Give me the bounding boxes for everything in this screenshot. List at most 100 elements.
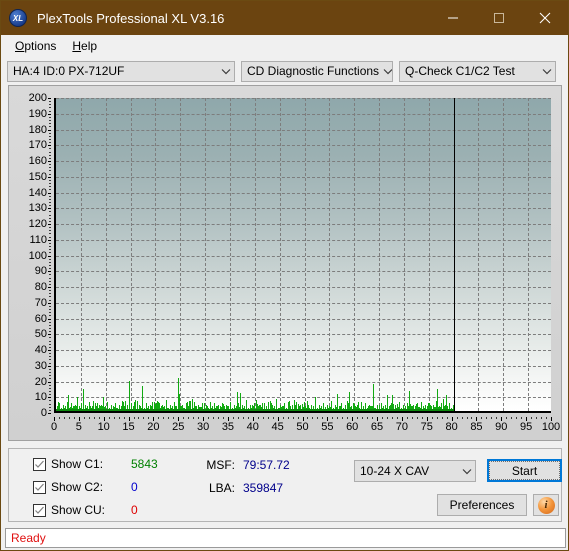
x-axis-minor-tick xyxy=(312,417,314,419)
x-axis-tick xyxy=(302,417,304,421)
y-axis-tick-label: 60 xyxy=(34,312,47,325)
test-select-value: Q-Check C1/C2 Test xyxy=(405,64,515,78)
x-axis-tick xyxy=(451,417,453,421)
x-axis-tick-label: 35 xyxy=(221,421,235,433)
x-axis-minor-tick xyxy=(68,417,70,419)
x-axis-tick-label: 10 xyxy=(97,421,110,433)
start-button[interactable]: Start xyxy=(487,459,562,482)
drive-select[interactable]: HA:4 ID:0 PX-712UF xyxy=(7,60,235,82)
close-icon[interactable] xyxy=(522,1,568,35)
x-axis-tick xyxy=(277,417,279,421)
y-axis-minor-tick xyxy=(49,110,51,112)
show-cu-row[interactable]: Show CU: 0 xyxy=(33,503,138,517)
x-axis-minor-tick xyxy=(441,417,443,419)
y-axis-minor-tick xyxy=(49,151,51,153)
data-bar xyxy=(178,377,180,411)
y-axis-minor-tick xyxy=(49,283,51,285)
x-axis-minor-tick xyxy=(481,417,483,419)
y-axis-minor-tick xyxy=(49,242,51,244)
x-axis-minor-tick xyxy=(83,417,85,419)
y-axis-minor-tick xyxy=(49,230,51,232)
x-axis-tick-label: 55 xyxy=(321,421,334,433)
y-axis-tick-label: 190 xyxy=(28,107,47,120)
y-axis-minor-tick xyxy=(49,394,51,396)
y-axis-minor-tick xyxy=(49,280,51,282)
x-axis-minor-tick xyxy=(143,417,145,419)
show-c2-checkbox[interactable] xyxy=(33,480,46,494)
preferences-button[interactable]: Preferences xyxy=(437,494,527,516)
x-axis-minor-tick xyxy=(541,417,543,419)
c1-value: 5843 xyxy=(131,457,158,471)
y-axis-minor-tick xyxy=(49,403,51,405)
x-axis-tick-label: 30 xyxy=(196,421,210,433)
y-axis-tick xyxy=(48,145,51,147)
test-select[interactable]: Q-Check C1/C2 Test xyxy=(399,60,556,82)
speed-select-value: 10-24 X CAV xyxy=(360,464,430,478)
y-axis-minor-tick xyxy=(49,264,51,266)
x-axis-tick-label: 100 xyxy=(541,421,561,433)
data-bar xyxy=(82,388,84,411)
show-c2-row[interactable]: Show C2: 0 xyxy=(33,480,138,494)
x-axis-minor-tick xyxy=(446,417,448,419)
show-c1-row[interactable]: Show C1: 5843 xyxy=(33,457,158,471)
title-bar: XL PlexTools Professional XL V3.16 xyxy=(1,1,568,35)
x-axis-minor-tick xyxy=(466,417,468,419)
x-axis-tick xyxy=(178,417,180,421)
y-axis-tick xyxy=(48,350,51,351)
x-axis-minor-tick xyxy=(108,417,110,419)
y-axis-minor-tick xyxy=(49,246,51,248)
x-axis-minor-tick xyxy=(496,417,498,419)
x-axis-tick xyxy=(227,417,229,421)
show-c2-label: Show C2: xyxy=(51,480,104,494)
y-axis-minor-tick xyxy=(49,290,51,292)
show-c1-checkbox[interactable] xyxy=(33,457,46,471)
x-axis-tick-label: 75 xyxy=(420,421,433,433)
y-axis-minor-tick xyxy=(49,236,51,238)
x-axis-minor-tick xyxy=(242,417,244,419)
x-axis-minor-tick xyxy=(332,417,334,419)
y-axis-minor-tick xyxy=(49,261,51,263)
x-axis-minor-tick xyxy=(491,417,493,419)
x-axis: 0 5 10 15 20 25 30 35 40 45 50 55 60 65 70 75 80 85 90 95 10… xyxy=(51,417,560,437)
x-axis-minor-tick xyxy=(431,417,433,419)
y-axis-tick-label: 150 xyxy=(28,170,47,183)
x-axis-minor-tick xyxy=(163,417,165,419)
y-axis-tick xyxy=(48,318,51,320)
y-axis-minor-tick xyxy=(49,220,51,222)
preferences-button-label: Preferences xyxy=(449,498,515,512)
y-axis-minor-tick xyxy=(49,390,51,392)
y-axis-tick xyxy=(48,224,51,225)
y-axis-minor-tick xyxy=(49,142,51,144)
x-axis-minor-tick xyxy=(247,417,249,419)
y-axis-minor-tick xyxy=(49,211,51,213)
y-axis-tick-label: 160 xyxy=(28,155,47,167)
x-axis-minor-tick xyxy=(113,417,115,419)
y-axis-minor-tick xyxy=(49,164,51,166)
y-axis-minor-tick xyxy=(49,186,51,188)
y-axis-tick xyxy=(48,161,51,162)
function-select[interactable]: CD Diagnostic Functions xyxy=(241,60,393,82)
info-button[interactable]: i xyxy=(533,494,559,516)
x-axis-minor-tick xyxy=(98,417,100,419)
x-axis-tick xyxy=(426,417,428,421)
y-axis-minor-tick xyxy=(49,340,51,342)
y-axis-tick xyxy=(48,397,51,399)
y-axis-tick xyxy=(48,98,51,99)
chevron-down-icon xyxy=(379,68,392,75)
y-axis-minor-tick xyxy=(49,148,51,150)
x-axis-minor-tick xyxy=(391,417,393,419)
speed-select[interactable]: 10-24 X CAV xyxy=(354,460,476,482)
menu-item-help[interactable]: HHelpelp xyxy=(64,37,105,55)
x-axis-tick xyxy=(476,417,478,421)
y-axis-tick xyxy=(48,334,51,336)
x-axis-tick-label: 25 xyxy=(172,421,185,433)
y-axis-tick-label: 40 xyxy=(34,344,47,356)
menu-item-options[interactable]: OOptionsptions xyxy=(7,37,64,55)
y-axis-minor-tick xyxy=(49,299,51,301)
x-axis-tick xyxy=(78,417,80,421)
y-axis-tick-label: 140 xyxy=(28,186,47,199)
show-cu-checkbox[interactable] xyxy=(33,503,46,517)
minimize-icon[interactable] xyxy=(430,1,476,35)
x-axis-minor-tick xyxy=(267,417,269,419)
maximize-icon[interactable] xyxy=(476,1,522,35)
